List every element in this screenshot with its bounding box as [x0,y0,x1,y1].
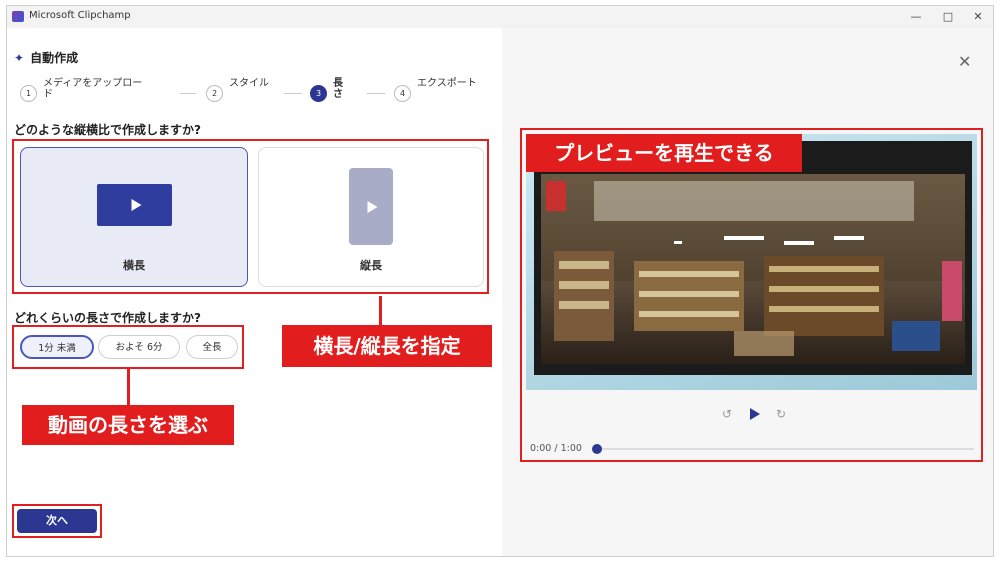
close-window-button[interactable]: ✕ [969,8,987,26]
stepper: 1 メディアをアップロード 2 スタイル 3 長さ 4 エクスポート [12,78,482,108]
title-bar: Microsoft Clipchamp — □ ✕ [7,6,993,28]
video-preview[interactable] [534,141,972,375]
step-style[interactable]: 2 スタイル [206,78,269,102]
progress-knob[interactable] [592,444,602,454]
time-readout: 0:00 / 1:00 [530,443,582,454]
length-full[interactable]: 全長 [186,335,238,359]
clipchamp-logo-icon [12,11,24,22]
wizard-header: ✦ 自動作成 [14,49,78,66]
maximize-button[interactable]: □ [939,8,957,26]
step-label: 長さ [333,78,343,100]
length-question: どれくらいの長さで作成しますか? [14,311,201,325]
close-panel-icon[interactable]: ✕ [958,52,971,71]
portrait-option[interactable]: 縦長 [258,147,484,287]
play-button[interactable] [750,408,760,420]
aspect-question: どのような縦横比で作成しますか? [14,123,201,137]
shop-scene-image [541,174,965,364]
callout-connector [379,296,382,326]
step-divider [367,93,385,94]
step-upload[interactable]: 1 メディアをアップロード [20,78,148,102]
portrait-thumbnail [349,168,393,245]
aspect-callout: 横長/縦長を指定 [282,325,492,367]
landscape-label: 横長 [123,259,145,272]
forward-icon[interactable]: ↻ [776,407,786,421]
length-about-6min[interactable]: およそ 6分 [98,335,180,359]
step-length[interactable]: 3 長さ [310,78,347,102]
length-callout: 動画の長さを選ぶ [22,405,234,445]
window-title: Microsoft Clipchamp [29,10,131,21]
next-button[interactable]: 次へ [17,509,97,533]
wizard-title: 自動作成 [30,51,79,65]
progress-track[interactable] [596,448,974,450]
length-under-1min[interactable]: 1分 未満 [20,335,94,359]
step-divider [180,93,196,94]
portrait-label: 縦長 [360,259,382,272]
sparkle-icon: ✦ [14,51,25,65]
landscape-option[interactable]: 横長 [20,147,248,287]
play-icon [131,199,141,211]
step-number: 1 [20,85,37,102]
step-divider [284,93,302,94]
minimize-button[interactable]: — [907,8,925,26]
step-export[interactable]: 4 エクスポート [394,78,479,102]
step-number: 3 [310,85,327,102]
preview-callout: プレビューを再生できる [526,134,802,172]
step-number: 2 [206,85,223,102]
step-number: 4 [394,85,411,102]
play-icon [367,200,378,213]
landscape-thumbnail [97,184,172,226]
rewind-icon[interactable]: ↺ [722,407,732,421]
callout-connector [127,367,130,407]
step-label: メディアをアップロード [43,78,143,100]
step-label: エクスポート [417,78,477,89]
step-label: スタイル [229,78,269,89]
